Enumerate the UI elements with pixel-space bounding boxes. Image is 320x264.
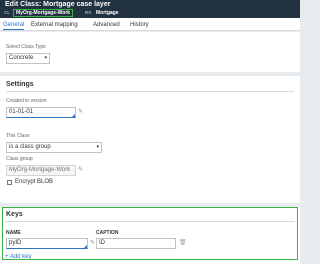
- class-badge: CL: [4, 10, 10, 15]
- encrypt-blob-checkbox[interactable]: [7, 180, 12, 185]
- class-group-label: Class group: [6, 156, 33, 162]
- this-class-value: is a class group: [9, 144, 51, 150]
- settings-title: Settings: [6, 81, 34, 88]
- class-type-value: Concrete: [9, 55, 34, 61]
- this-class-label: This Class: [6, 133, 30, 139]
- this-class-select[interactable]: is a class group ▾: [6, 142, 102, 153]
- chevron-down-icon: ▾: [96, 144, 99, 150]
- class-name-link[interactable]: MyOrg-Mortgage-Work: [13, 9, 74, 17]
- created-version-input[interactable]: 01-01-01: [6, 107, 76, 118]
- ruleset-link[interactable]: Mortgage: [96, 9, 119, 17]
- keys-highlight-box: [2, 207, 298, 260]
- tab-advanced[interactable]: Advanced: [93, 20, 120, 30]
- class-type-select[interactable]: Concrete ▾: [6, 53, 50, 64]
- field-corner: [72, 114, 75, 117]
- settings-panel: Settings Created in version 01-01-01 ✎ T…: [0, 76, 300, 203]
- created-version-value: 01-01-01: [9, 109, 34, 115]
- tab-bar: General External mapping Advanced Histor…: [0, 18, 300, 31]
- tab-history[interactable]: History: [130, 20, 149, 30]
- class-type-panel: Select Class Type Concrete ▾: [0, 32, 300, 72]
- divider: [6, 91, 294, 92]
- class-group-input[interactable]: MyOrg-Mortgage-Work: [6, 165, 76, 176]
- pencil-icon[interactable]: ✎: [78, 108, 83, 115]
- chevron-down-icon: ▾: [44, 55, 47, 61]
- created-version-label: Created in version: [6, 98, 47, 104]
- encrypt-blob-label: Encrypt BLOB: [15, 179, 54, 185]
- class-group-value: MyOrg-Mortgage-Work: [9, 167, 71, 173]
- ruleset-badge: RS: [85, 10, 92, 15]
- tab-external-mapping[interactable]: External mapping: [31, 20, 78, 30]
- class-type-label: Select Class Type: [6, 44, 46, 50]
- pencil-icon[interactable]: ✎: [78, 166, 83, 173]
- page-title: Edit Class: Mortgage case layer: [5, 1, 111, 8]
- tab-general[interactable]: General: [3, 20, 25, 30]
- title-bar: Edit Class: Mortgage case layer CL MyOrg…: [0, 0, 300, 18]
